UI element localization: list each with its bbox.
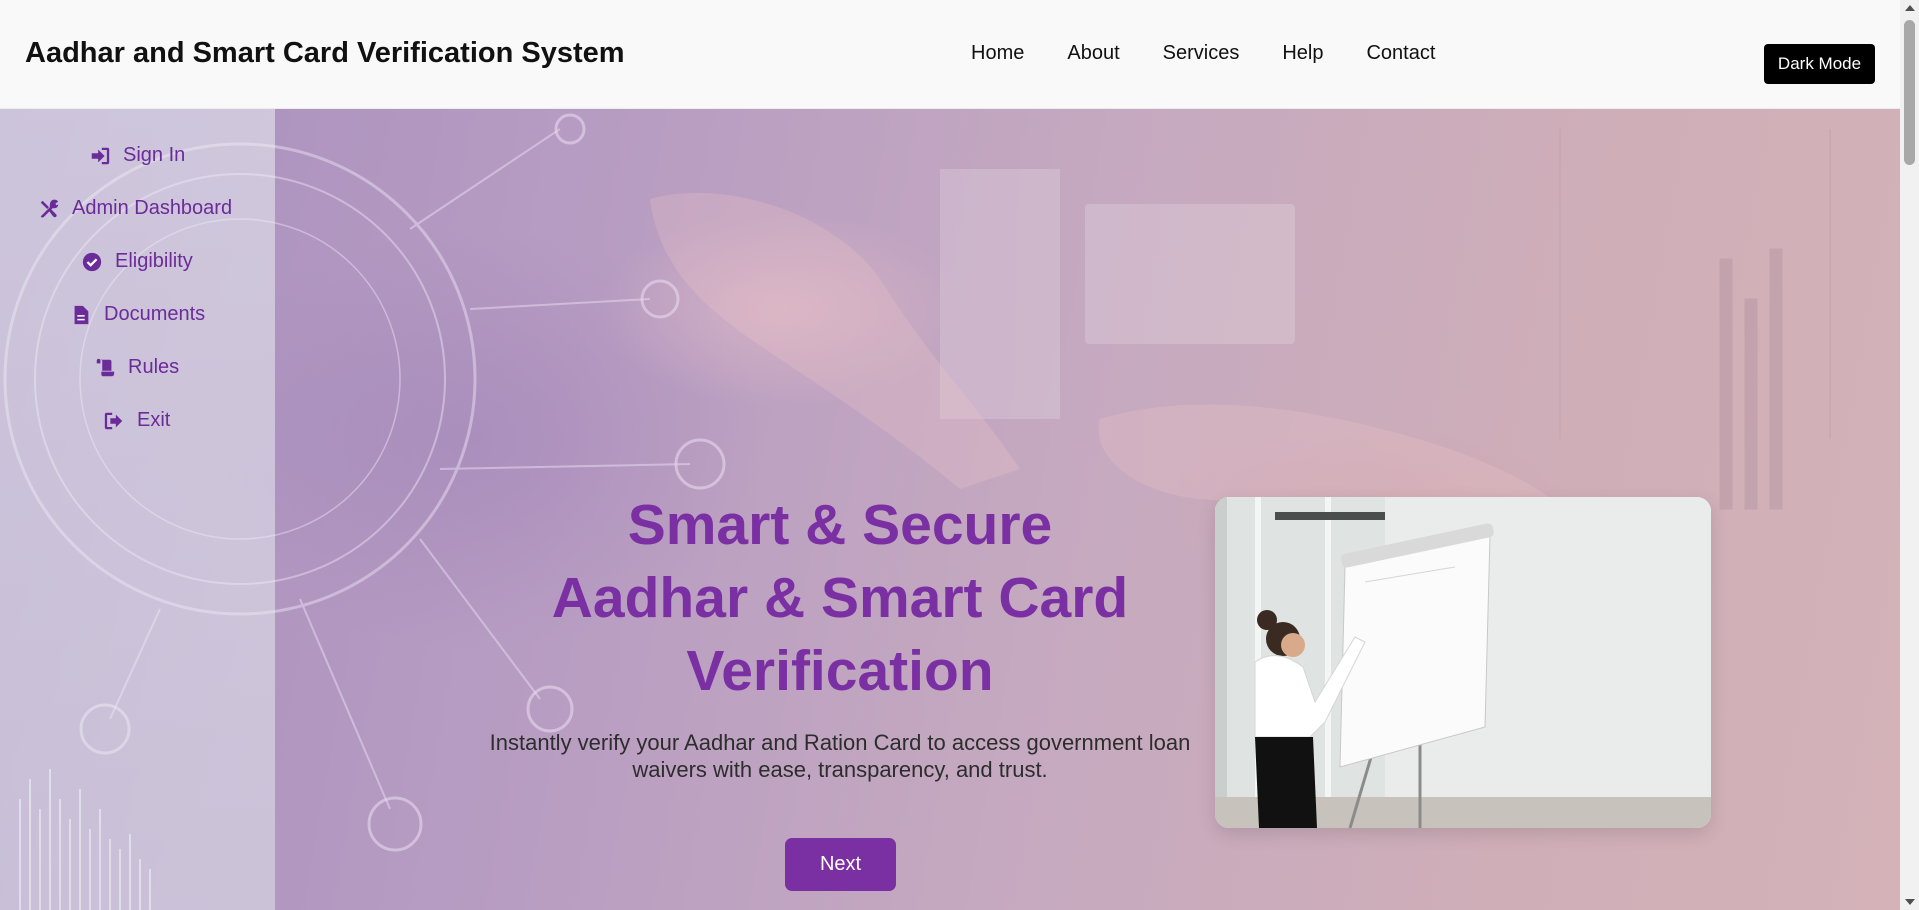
sign-out-icon xyxy=(104,412,123,429)
nav-help[interactable]: Help xyxy=(1282,42,1323,65)
sidebar-item-label: Eligibility xyxy=(115,250,193,272)
scroll-up-arrow-icon[interactable] xyxy=(1905,5,1915,11)
top-navbar: Aadhar and Smart Card Verification Syste… xyxy=(0,0,1900,109)
sidebar: Sign In Admin Dashboard Eligibility Docu… xyxy=(0,109,275,910)
page-scrollbar[interactable] xyxy=(1900,0,1919,910)
sidebar-item-label: Sign In xyxy=(123,144,186,166)
hero-headline: Smart & Secure Aadhar & Smart Card Verif… xyxy=(480,489,1200,708)
sidebar-item-label: Documents xyxy=(104,303,206,325)
nav-about[interactable]: About xyxy=(1067,42,1119,65)
scroll-down-arrow-icon[interactable] xyxy=(1905,899,1915,905)
nav-home[interactable]: Home xyxy=(971,42,1024,65)
next-button[interactable]: Next xyxy=(785,838,896,891)
sidebar-item-rules[interactable]: Rules xyxy=(94,356,179,379)
sidebar-item-documents[interactable]: Documents xyxy=(70,303,205,326)
check-circle-icon xyxy=(82,252,102,271)
sign-in-icon xyxy=(91,147,110,164)
nav-contact[interactable]: Contact xyxy=(1366,42,1435,65)
sidebar-item-label: Admin Dashboard xyxy=(72,197,233,219)
scroll-icon xyxy=(96,358,115,376)
tools-icon xyxy=(40,199,59,218)
headline-line-1: Smart & Secure xyxy=(627,493,1053,557)
sidebar-item-sign-in[interactable]: Sign In xyxy=(89,144,185,167)
headline-line-2: Aadhar & Smart Card xyxy=(551,566,1129,630)
scrollbar-thumb[interactable] xyxy=(1904,20,1915,165)
dark-mode-button[interactable]: Dark Mode xyxy=(1764,44,1875,84)
document-icon xyxy=(74,305,89,324)
description-line-2: waivers with ease, transparency, and tru… xyxy=(632,757,1048,782)
hero-description: Instantly verify your Aadhar and Ration … xyxy=(470,729,1210,783)
hero-photo xyxy=(1215,497,1711,828)
site-title: Aadhar and Smart Card Verification Syste… xyxy=(25,37,625,69)
main-nav: Home About Services Help Contact xyxy=(971,42,1478,65)
nav-services[interactable]: Services xyxy=(1163,42,1240,65)
sidebar-item-label: Exit xyxy=(137,409,171,431)
description-line-1: Instantly verify your Aadhar and Ration … xyxy=(489,730,1191,755)
sidebar-item-eligibility[interactable]: Eligibility xyxy=(81,250,193,273)
sidebar-item-admin-dashboard[interactable]: Admin Dashboard xyxy=(38,197,232,220)
woman-at-flipchart-image xyxy=(1215,497,1711,828)
headline-line-3: Verification xyxy=(686,639,994,703)
sidebar-item-label: Rules xyxy=(128,356,180,378)
sidebar-item-exit[interactable]: Exit xyxy=(103,409,170,432)
